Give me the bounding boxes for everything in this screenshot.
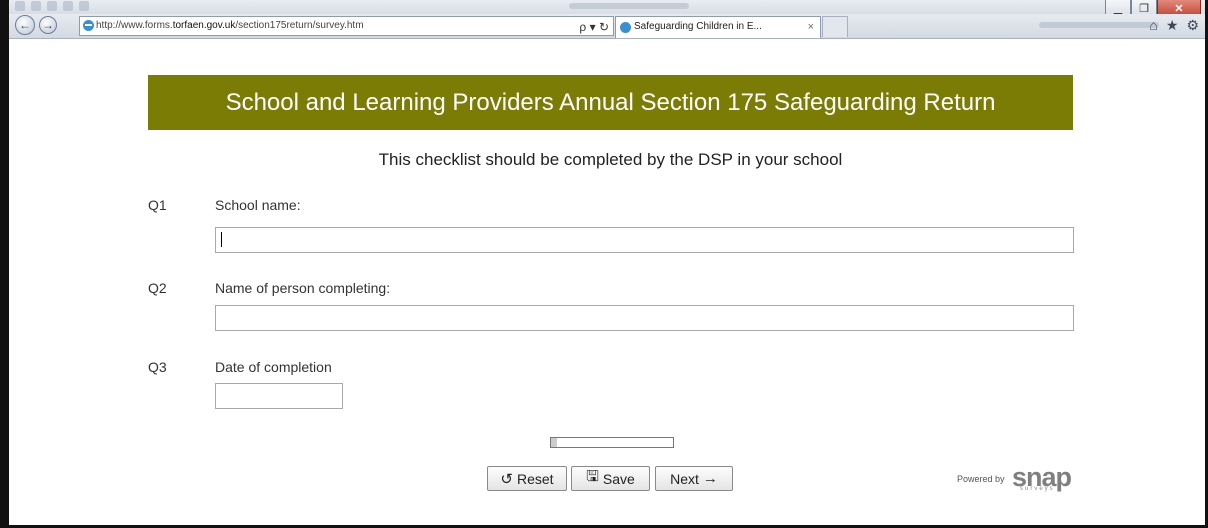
save-button[interactable]: 🖫 Save xyxy=(571,466,650,491)
question-label-person-name: Name of person completing: xyxy=(215,280,391,296)
url-domain: torfaen.gov.uk xyxy=(172,20,236,31)
question-label-date: Date of completion xyxy=(215,359,332,375)
tab-close-icon[interactable]: × xyxy=(808,17,814,37)
browser-tab-active[interactable]: Safeguarding Children in E... × xyxy=(615,16,821,38)
save-quick-icon xyxy=(31,1,41,11)
next-button[interactable]: Next → xyxy=(655,466,733,491)
undo-quick-icon xyxy=(47,1,57,11)
ie-page-icon xyxy=(83,20,94,31)
back-button[interactable]: ← xyxy=(15,15,35,35)
date-completion-input[interactable] xyxy=(215,383,343,409)
title-bar: ▁ ❐ ✕ xyxy=(9,0,1205,18)
snap-logo-subtitle: surveys xyxy=(1020,486,1055,492)
survey-banner: School and Learning Providers Annual Sec… xyxy=(148,75,1073,130)
search-refresh-icons[interactable]: ρ ▾ ↻ xyxy=(579,18,609,36)
next-arrow-icon: → xyxy=(702,470,718,487)
window-frame-left xyxy=(0,0,9,528)
reset-label: Reset xyxy=(517,470,554,487)
quick-access-icons xyxy=(15,1,89,11)
progress-bar xyxy=(550,437,674,448)
browser-nav-bar: ← → http://www.forms.torfaen.gov.uk/sect… xyxy=(9,14,1205,39)
forward-button[interactable]: → xyxy=(39,16,57,34)
question-number-2: Q2 xyxy=(148,280,167,296)
powered-by-text: Powered by xyxy=(957,474,1005,484)
person-name-input[interactable] xyxy=(215,305,1074,331)
progress-bar-fill xyxy=(551,438,558,447)
save-icon: 🖫 xyxy=(586,468,599,485)
forward-arrow-icon: → xyxy=(42,18,54,32)
url-prefix: http://www.forms. xyxy=(96,20,173,31)
window-title-blurred xyxy=(569,3,689,9)
question-number-3: Q3 xyxy=(148,359,167,375)
favorites-star-icon[interactable]: ★ xyxy=(1166,17,1179,34)
redo-quick-icon xyxy=(63,1,73,11)
school-name-input[interactable] xyxy=(215,227,1074,253)
address-bar[interactable]: http://www.forms.torfaen.gov.uk/section1… xyxy=(79,16,614,36)
question-number-1: Q1 xyxy=(148,197,167,213)
text-caret xyxy=(221,232,222,247)
home-icon[interactable]: ⌂ xyxy=(1149,17,1157,34)
next-label: Next xyxy=(670,470,699,487)
settings-gear-icon[interactable]: ⚙ xyxy=(1186,17,1199,34)
url-path: /section175return/survey.htm xyxy=(235,20,364,31)
reset-button[interactable]: ↺ Reset xyxy=(487,466,567,491)
save-label: Save xyxy=(602,470,635,487)
back-arrow-icon: ← xyxy=(19,18,31,32)
question-label-school-name: School name: xyxy=(215,197,301,213)
reset-icon: ↺ xyxy=(500,470,513,488)
app-icon xyxy=(15,1,25,11)
print-quick-icon xyxy=(79,1,89,11)
user-name-blurred xyxy=(1039,22,1159,28)
ie-tab-icon xyxy=(620,22,631,33)
browser-right-icons: ⌂ ★ ⚙ xyxy=(1149,17,1199,34)
new-tab-button[interactable] xyxy=(822,16,848,37)
tab-title: Safeguarding Children in E... xyxy=(634,21,762,32)
survey-subtitle: This checklist should be completed by th… xyxy=(378,150,843,169)
